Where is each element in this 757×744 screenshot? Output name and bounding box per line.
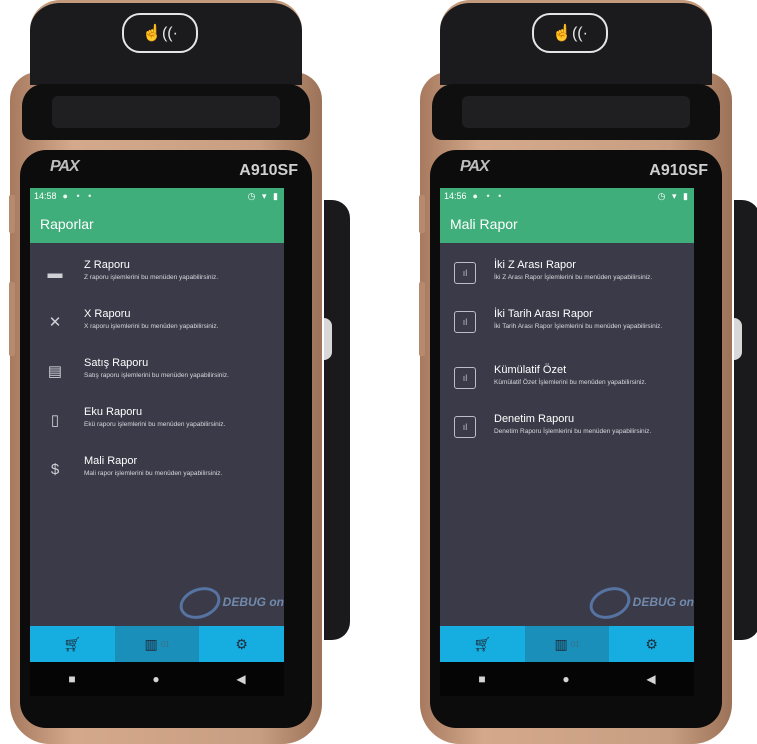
menu-item-title: Kümülatif Özet bbox=[494, 364, 567, 376]
tab-badge: 01 bbox=[160, 639, 170, 649]
notification-icons: ● • • bbox=[62, 191, 95, 201]
notification-icons: ● • • bbox=[472, 191, 505, 201]
side-button-lower[interactable] bbox=[419, 282, 425, 356]
printer-icon: ▬ bbox=[47, 264, 63, 282]
gear-icon: ⚙ bbox=[645, 635, 658, 652]
side-button-lower[interactable] bbox=[9, 282, 15, 356]
close-x-icon: ✕ bbox=[48, 314, 62, 331]
menu-item-title: Denetim Raporu bbox=[494, 413, 575, 425]
menu-item-iki-z-arasi[interactable]: ıl İki Z Arası Rapor İki Z Arası Rapor İ… bbox=[440, 251, 694, 300]
debug-watermark: DEBUG only bbox=[584, 581, 694, 625]
contactless-icon: ☝((· bbox=[122, 13, 198, 53]
status-bar: 14:56 ● • • ◷ ▾ ▮ bbox=[440, 188, 694, 204]
menu-item-eku-raporu[interactable]: ▯ Eku Raporu Ekü raporu işlemlerini bu m… bbox=[30, 398, 284, 447]
menu-item-desc: Ekü raporu işlemlerini bu menüden yapabi… bbox=[84, 421, 226, 428]
side-button-upper[interactable] bbox=[419, 195, 425, 233]
gear-icon: ⚙ bbox=[235, 635, 248, 652]
receipt-icon: $ bbox=[50, 460, 60, 478]
bottom-nav: 🛒︎ ▥ 01 ⚙ bbox=[30, 626, 284, 662]
back-icon[interactable]: ◀ bbox=[646, 672, 655, 686]
tab-reports[interactable]: ▥ 01 bbox=[114, 626, 200, 662]
screen: 14:58 ● • • ◷ ▾ ▮ Raporlar ▬ Z Raporu Z … bbox=[30, 188, 284, 662]
cart-icon: 🛒︎ bbox=[63, 635, 82, 652]
pos-terminal-right: ☝((· PAX A910SF 14:56 ● • • ◷ ▾ ▮ Mali R… bbox=[412, 0, 757, 744]
system-icons: ◷ ▾ ▮ bbox=[657, 190, 690, 201]
bar-chart-icon: ıl bbox=[454, 367, 476, 389]
tab-settings[interactable]: ⚙ bbox=[609, 626, 694, 662]
status-bar: 14:58 ● • • ◷ ▾ ▮ bbox=[30, 188, 284, 204]
app-bar: Mali Rapor bbox=[440, 204, 694, 243]
tab-settings[interactable]: ⚙ bbox=[199, 626, 284, 662]
back-icon[interactable]: ◀ bbox=[236, 672, 245, 686]
tab-cart[interactable]: 🛒︎ bbox=[30, 626, 115, 662]
page-title: Raporlar bbox=[40, 215, 94, 232]
status-time: 14:58 bbox=[34, 191, 57, 201]
menu-list: ▬ Z Raporu Z raporu işlemlerini bu menüd… bbox=[30, 243, 284, 496]
menu-item-title: Mali Rapor bbox=[84, 455, 138, 467]
tab-cart[interactable]: 🛒︎ bbox=[440, 626, 525, 662]
side-rail bbox=[734, 200, 757, 640]
menu-item-z-raporu[interactable]: ▬ Z Raporu Z raporu işlemlerini bu menüd… bbox=[30, 251, 284, 300]
cash-register-icon: ▤ bbox=[47, 363, 63, 380]
bar-chart-icon: ıl bbox=[454, 416, 476, 438]
menu-item-iki-tarih-arasi[interactable]: ıl İki Tarih Arası Rapor İki Tarih Arası… bbox=[440, 300, 694, 356]
menu-item-desc: Kümülatif Özet İşlemlerini bu menüden ya… bbox=[494, 379, 647, 386]
model-label: A910SF bbox=[649, 162, 708, 179]
bar-chart-icon: ıl bbox=[454, 311, 476, 333]
system-icons: ◷ ▾ ▮ bbox=[247, 190, 280, 201]
menu-list: ıl İki Z Arası Rapor İki Z Arası Rapor İ… bbox=[440, 243, 694, 454]
menu-item-desc: Mali rapor işlemlerini bu menüden yapabi… bbox=[84, 470, 223, 477]
side-knob bbox=[324, 318, 332, 360]
debug-watermark: DEBUG only bbox=[174, 581, 284, 625]
menu-item-kumulatif-ozet[interactable]: ıl Kümülatif Özet Kümülatif Özet İşlemle… bbox=[440, 356, 694, 405]
menu-item-title: Z Raporu bbox=[84, 259, 130, 271]
side-knob bbox=[734, 318, 742, 360]
bar-chart-icon: ▥ bbox=[554, 635, 568, 652]
printer-slot bbox=[432, 84, 720, 140]
brand-logo: PAX bbox=[50, 158, 80, 175]
menu-item-desc: Z raporu işlemlerini bu menüden yapabili… bbox=[84, 274, 219, 281]
menu-item-x-raporu[interactable]: ✕ X Raporu X raporu işlemlerini bu menüd… bbox=[30, 300, 284, 349]
menu-item-title: Eku Raporu bbox=[84, 406, 143, 418]
bar-chart-icon: ıl bbox=[454, 262, 476, 284]
menu-item-desc: Satış raporu işlemlerini bu menüden yapa… bbox=[84, 372, 229, 379]
menu-item-mali-rapor[interactable]: $ Mali Rapor Mali rapor işlemlerini bu m… bbox=[30, 447, 284, 496]
bar-chart-icon: ▥ bbox=[144, 635, 158, 652]
screen: 14:56 ● • • ◷ ▾ ▮ Mali Rapor ıl İki Z Ar… bbox=[440, 188, 694, 662]
pos-terminal-left: ☝((· PAX A910SF 14:58 ● • • ◷ ▾ ▮ Raporl… bbox=[2, 0, 350, 744]
menu-item-desc: İki Z Arası Rapor İşlemlerini bu menüden… bbox=[494, 274, 653, 281]
contactless-icon: ☝((· bbox=[532, 13, 608, 53]
menu-item-desc: X raporu işlemlerini bu menüden yapabili… bbox=[84, 323, 219, 330]
menu-item-title: Satış Raporu bbox=[84, 357, 149, 369]
status-time: 14:56 bbox=[444, 191, 467, 201]
sd-card-icon: ▯ bbox=[50, 412, 60, 429]
brand-logo: PAX bbox=[460, 158, 490, 175]
home-icon[interactable]: ● bbox=[562, 672, 569, 686]
menu-item-title: X Raporu bbox=[84, 308, 131, 320]
menu-item-denetim-raporu[interactable]: ıl Denetim Raporu Denetim Raporu İşlemle… bbox=[440, 405, 694, 454]
side-rail bbox=[324, 200, 350, 640]
menu-item-desc: Denetim Raporu İşlemlerini bu menüden ya… bbox=[494, 428, 652, 435]
nfc-reader: ☝((· bbox=[30, 0, 302, 85]
menu-item-title: İki Tarih Arası Rapor bbox=[494, 308, 593, 320]
android-nav-bar: ■ ● ◀ bbox=[30, 662, 284, 696]
recents-icon[interactable]: ■ bbox=[478, 672, 485, 686]
nfc-reader: ☝((· bbox=[440, 0, 712, 85]
bottom-nav: 🛒︎ ▥ 01 ⚙ bbox=[440, 626, 694, 662]
menu-item-satis-raporu[interactable]: ▤ Satış Raporu Satış raporu işlemlerini … bbox=[30, 349, 284, 398]
model-label: A910SF bbox=[239, 162, 298, 179]
recents-icon[interactable]: ■ bbox=[68, 672, 75, 686]
home-icon[interactable]: ● bbox=[152, 672, 159, 686]
tab-badge: 01 bbox=[570, 639, 580, 649]
page-title: Mali Rapor bbox=[450, 215, 518, 232]
menu-item-title: İki Z Arası Rapor bbox=[494, 259, 576, 271]
android-nav-bar: ■ ● ◀ bbox=[440, 662, 694, 696]
menu-item-desc: İki Tarih Arası Rapor İşlemlerini bu men… bbox=[494, 323, 663, 330]
printer-slot bbox=[22, 84, 310, 140]
side-button-upper[interactable] bbox=[9, 195, 15, 233]
tab-reports[interactable]: ▥ 01 bbox=[524, 626, 610, 662]
app-bar: Raporlar bbox=[30, 204, 284, 243]
cart-icon: 🛒︎ bbox=[473, 635, 492, 652]
